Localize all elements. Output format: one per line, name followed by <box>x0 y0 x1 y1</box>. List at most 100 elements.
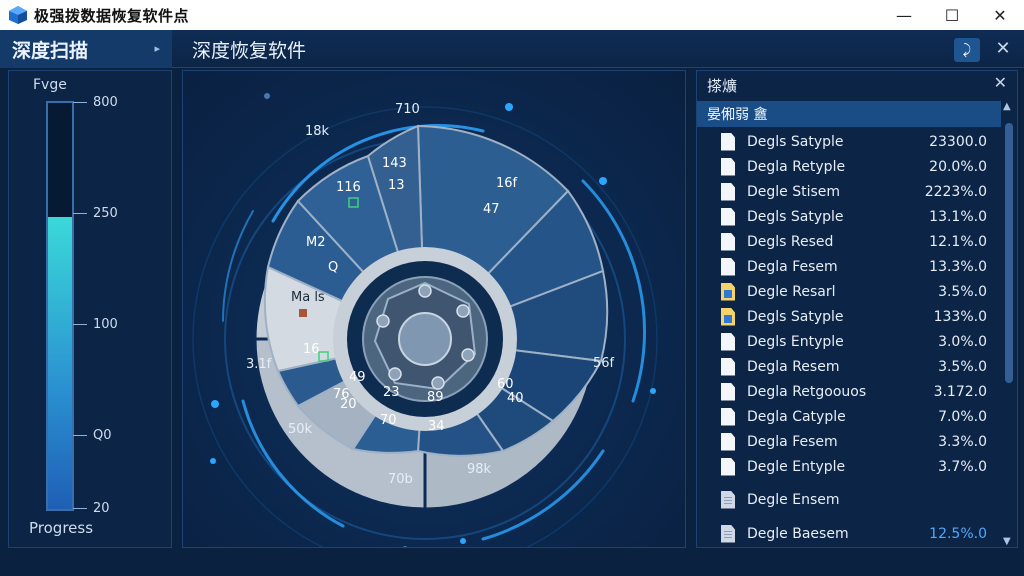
progress-panel: Fvge 800 250 100 Q0 20 Progress <box>8 70 172 548</box>
close-icon: ✕ <box>995 37 1011 59</box>
progress-label: Fvge <box>33 77 67 93</box>
file-name: Degls Resed <box>747 233 834 250</box>
document-icon <box>721 524 735 543</box>
list-item[interactable]: Degla Fesem 13.3%.0 <box>697 254 1001 279</box>
file-icon <box>721 457 735 476</box>
progress-tick: 20 <box>73 501 110 516</box>
list-item[interactable]: Degla Retgoouos 3.172.0 <box>697 379 1001 404</box>
file-recovery-value: 12.1%.0 <box>929 233 987 250</box>
panel-close-button[interactable]: ✕ <box>992 36 1014 60</box>
list-item[interactable]: Degls Entyple 3.0%.0 <box>697 329 1001 354</box>
window-title: 极强拨数据恢复软件点 <box>34 6 190 25</box>
disk-map: 143 13 116 M2 Q 16 49 76 20 23 70 89 34 … <box>192 93 658 547</box>
file-icon <box>721 207 735 226</box>
chevron-up-icon[interactable]: ▲ <box>1003 101 1011 112</box>
sector-label: 47 <box>483 202 500 217</box>
sidebar-header[interactable]: 深度扫描 ▸ <box>0 30 172 68</box>
sector-label: Ma ls <box>291 290 325 305</box>
file-recovery-value: 3.5%.0 <box>938 283 987 300</box>
ring-label: 710 <box>395 102 420 117</box>
progress-footer: Progress <box>29 519 94 537</box>
chevron-down-icon[interactable]: ▼ <box>1003 536 1011 547</box>
file-name: Degls Satyple <box>747 133 844 150</box>
list-column-header[interactable]: 晏俰弱 盦 <box>697 101 1001 127</box>
file-name: Degle Resarl <box>747 283 836 300</box>
file-recovery-value: 13.1%.0 <box>929 208 987 225</box>
panel-title: 搽爌 <box>707 76 738 95</box>
minimize-icon: — <box>896 5 912 25</box>
sector-marker-icon <box>299 309 307 317</box>
progress-tick: 800 <box>73 95 118 110</box>
sector-label: 60 <box>497 377 514 392</box>
list-item[interactable]: Degle Resarl 3.5%.0 <box>697 279 1001 304</box>
list-item[interactable]: Degls Resed 12.1%.0 <box>697 229 1001 254</box>
file-recovery-value: 23300.0 <box>929 133 987 150</box>
list-item[interactable]: Degls Satyple 133%.0 <box>697 304 1001 329</box>
maximize-icon: ☐ <box>944 5 960 25</box>
file-recovery-value: 3.5%.0 <box>938 358 987 375</box>
ring-label: 50k <box>288 422 313 437</box>
close-icon[interactable]: ✕ <box>994 73 1007 92</box>
progress-tick: 250 <box>73 206 118 221</box>
list-item[interactable]: Degls Satyple 13.1%.0 <box>697 204 1001 229</box>
file-name: Degla Resem <box>747 358 840 375</box>
list-item[interactable]: Degle Baesem 12.5%.0 <box>697 521 1001 546</box>
list-item[interactable]: Degle Entyple 3.7%.0 <box>697 454 1001 479</box>
file-icon <box>721 357 735 376</box>
file-icon <box>721 132 735 151</box>
sector-label: 89 <box>427 390 444 405</box>
sector-label: 143 <box>382 156 407 171</box>
sector-label: 70 <box>380 413 397 428</box>
progress-bar <box>46 101 74 511</box>
pin-button[interactable]: ⤸ <box>954 38 980 62</box>
sector-label: 16f <box>496 176 518 191</box>
close-button[interactable]: ✕ <box>976 0 1024 30</box>
progress-tick: 100 <box>73 317 118 332</box>
file-recovery-value: 13.3%.0 <box>929 258 987 275</box>
close-icon: ✕ <box>993 5 1007 25</box>
file-name: Degla Fesem <box>747 433 838 450</box>
ring-label: 70b <box>388 472 413 487</box>
maximize-button[interactable]: ☐ <box>928 0 976 30</box>
list-item[interactable]: Degla Fesem 3.3%.0 <box>697 429 1001 454</box>
sector-label: 40 <box>507 391 524 406</box>
list-item[interactable]: Degls Satyple 23300.0 <box>697 129 1001 154</box>
sector-label: 20 <box>340 397 357 412</box>
file-icon <box>721 407 735 426</box>
progress-bar-fill <box>48 216 72 509</box>
disk-visualization-panel: 143 13 116 M2 Q 16 49 76 20 23 70 89 34 … <box>182 70 686 548</box>
file-name: Degla Retgoouos <box>747 383 867 400</box>
list-item[interactable]: Degla Catyple 7.0%.0 <box>697 404 1001 429</box>
sector-label: 23 <box>383 385 400 400</box>
file-icon <box>721 432 735 451</box>
chevron-right-icon[interactable]: ▸ <box>154 42 160 55</box>
file-icon <box>721 382 735 401</box>
main-title: 深度恢复软件 <box>192 40 307 62</box>
file-name: Degls Entyple <box>747 333 844 350</box>
ring-label: 3.1f <box>246 357 272 372</box>
scrollbar-thumb[interactable] <box>1005 123 1013 383</box>
app-logo-icon <box>9 6 27 24</box>
list-scrollbar[interactable]: ▲ ▼ <box>1003 101 1015 547</box>
progress-tick: Q0 <box>73 428 112 443</box>
file-recovery-value: 2223%.0 <box>924 183 987 200</box>
file-recovery-value: 3.172.0 <box>933 383 987 400</box>
minimize-button[interactable]: — <box>880 0 928 30</box>
file-name: Degla Fesem <box>747 258 838 275</box>
file-name: Degle Stisem <box>747 183 841 200</box>
file-recovery-value: 20.0%.0 <box>929 158 987 175</box>
file-name: Degle Baesem <box>747 525 849 542</box>
sector-label: 116 <box>336 180 361 195</box>
list-item[interactable]: Degla Resem 3.5%.0 <box>697 354 1001 379</box>
document-icon <box>721 490 735 509</box>
file-icon <box>721 332 735 351</box>
list-item[interactable]: Degle Ensem <box>697 487 1001 512</box>
list-item[interactable]: Degla Retyple 20.0%.0 <box>697 154 1001 179</box>
file-recovery-value: 3.7%.0 <box>938 458 987 475</box>
ring-label: 56f <box>593 356 615 371</box>
file-name: Degla Retyple <box>747 158 846 175</box>
image-file-icon <box>721 282 735 301</box>
list-item[interactable]: Degle Stisem 2223%.0 <box>697 179 1001 204</box>
sector-label: Q <box>328 260 338 275</box>
file-recovery-value: 3.0%.0 <box>938 333 987 350</box>
